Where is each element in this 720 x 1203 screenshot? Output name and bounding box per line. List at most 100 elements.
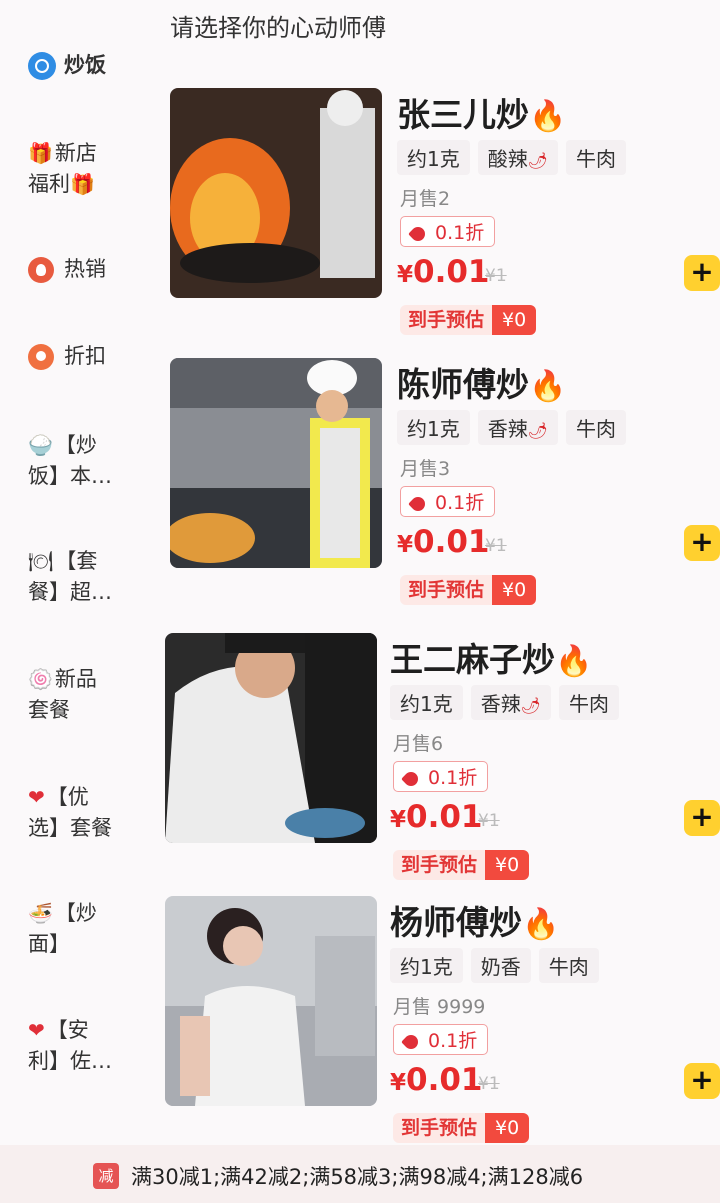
price-tag-icon <box>401 768 421 789</box>
product-price: ¥0.01 <box>390 1062 483 1098</box>
add-to-cart-button[interactable]: + <box>684 525 720 561</box>
sidebar-item-recommend[interactable]: ❤【安 利】佐… <box>28 1015 133 1077</box>
flame-icon: 🔥 <box>555 644 593 679</box>
product-tag: 香辣🌶 <box>477 410 559 445</box>
discount-badge: 0.1折 <box>393 761 489 792</box>
product-tag: 酸辣🌶 <box>477 140 559 175</box>
sidebar-item-set-meal[interactable]: 🍽【套 餐】超… <box>28 546 133 608</box>
product-card[interactable]: 王二麻子炒🔥 约1克 香辣🌶 牛肉 月售6 0.1折 ¥0.01 ¥1 到手预估 ¥0… <box>165 633 720 883</box>
sidebar-item-label: 新店 <box>54 141 97 165</box>
sidebar-item-label: 饭】本… <box>28 464 112 488</box>
new-plate-icon: 🍥 <box>28 667 53 691</box>
product-card[interactable]: 陈师傅炒🔥 约1克 香辣🌶 牛肉 月售3 0.1折 ¥0.01 ¥1 到手预估 ¥0 … <box>165 358 720 608</box>
sidebar-item-new-set[interactable]: 🍥新品 套餐 <box>28 664 133 726</box>
product-photo <box>165 896 377 1106</box>
search-icon <box>28 52 56 80</box>
sidebar-item-label: 餐】超… <box>28 580 112 604</box>
sidebar-item-label: 选】套餐 <box>28 816 112 840</box>
gift-icon: 🎁 <box>28 141 53 165</box>
product-tag: 牛肉 <box>538 948 599 983</box>
product-tag: 奶香 <box>470 948 531 983</box>
chili-icon: 🌶 <box>527 151 549 170</box>
estimated-price-badge: 到手预估 ¥0 <box>400 575 537 605</box>
discount-badge: 0.1折 <box>393 1024 489 1055</box>
hot-icon <box>28 257 54 283</box>
add-to-cart-button[interactable]: + <box>684 800 720 836</box>
product-card[interactable]: 杨师傅炒🔥 约1克 奶香 牛肉 月售 9999 0.1折 ¥0.01 ¥1 到手预估… <box>165 896 720 1146</box>
price-tag-icon <box>408 493 428 514</box>
product-tag: 约1克 <box>397 410 470 445</box>
sidebar-item-label: 折扣 <box>64 344 106 368</box>
sidebar-item-selected-set[interactable]: ❤【优 选】套餐 <box>28 782 133 844</box>
discount-badge: 0.1折 <box>400 216 496 247</box>
product-name: 张三儿炒 <box>397 95 529 134</box>
product-price: ¥0.01 <box>397 524 490 560</box>
plate-icon: 🍽 <box>28 549 54 573</box>
monthly-sales: 月售2 <box>400 188 451 210</box>
gift-icon: 🎁 <box>70 172 95 196</box>
add-to-cart-button[interactable]: + <box>684 1063 720 1099</box>
product-tag: 牛肉 <box>559 685 620 720</box>
flame-icon: 🔥 <box>529 99 567 134</box>
sidebar-item-new-store[interactable]: 🎁新店 福利🎁 <box>28 138 133 200</box>
product-tags: 约1克 奶香 牛肉 <box>390 948 607 983</box>
noodle-bowl-icon: 🍜 <box>28 901 53 925</box>
sidebar-item-label: 套餐 <box>28 698 70 722</box>
flame-icon: 🔥 <box>529 369 567 404</box>
add-to-cart-button[interactable]: + <box>684 255 720 291</box>
product-tag: 约1克 <box>390 685 463 720</box>
sidebar-item-discount[interactable]: 折扣 <box>28 341 133 372</box>
product-photo <box>165 633 377 843</box>
product-photo <box>170 358 382 568</box>
sidebar-item-label: 面】 <box>28 932 70 956</box>
estimated-price-badge: 到手预估 ¥0 <box>393 850 530 880</box>
product-card[interactable]: 张三儿炒🔥 约1克 酸辣🌶 牛肉 月售2 0.1折 ¥0.01 ¥1 到手预估 ¥0 … <box>165 88 720 338</box>
price-tag-icon <box>401 1031 421 1052</box>
category-sidebar: 炒饭 🎁新店 福利🎁 热销 折扣 🍚【炒 饭】本… 🍽【套 餐】超… 🍥新品 套… <box>0 40 140 1140</box>
product-name: 王二麻子炒 <box>390 640 555 679</box>
product-tags: 约1克 酸辣🌶 牛肉 <box>397 140 634 175</box>
product-tags: 约1克 香辣🌶 牛肉 <box>397 410 634 445</box>
sidebar-item-fried-rice-special[interactable]: 🍚【炒 饭】本… <box>28 430 133 492</box>
monthly-sales: 月售 9999 <box>393 996 486 1018</box>
product-price: ¥0.01 <box>390 799 483 835</box>
flame-icon: 🔥 <box>522 907 560 942</box>
product-tag: 约1克 <box>390 948 463 983</box>
product-name: 杨师傅炒 <box>390 903 522 942</box>
heart-icon: ❤ <box>28 1018 45 1042</box>
promo-bar[interactable]: 减 满30减1;满42减2;满58减3;满98减4;满128减6 <box>0 1145 720 1203</box>
original-price: ¥1 <box>478 1074 500 1094</box>
price-tag-icon <box>408 223 428 244</box>
product-price: ¥0.01 <box>397 254 490 290</box>
sidebar-item-label: 【套 <box>55 549 98 573</box>
rice-bowl-icon: 🍚 <box>28 433 53 457</box>
sidebar-item-fried-noodles[interactable]: 🍜【炒 面】 <box>28 898 133 960</box>
discount-icon <box>28 344 54 370</box>
sidebar-item-fried-rice[interactable]: 炒饭 <box>28 50 133 81</box>
product-photo <box>170 88 382 298</box>
sidebar-item-hot[interactable]: 热销 <box>28 254 133 285</box>
product-tag: 约1克 <box>397 140 470 175</box>
original-price: ¥1 <box>485 266 507 286</box>
sidebar-item-label: 【优 <box>46 785 89 809</box>
product-tags: 约1克 香辣🌶 牛肉 <box>390 685 627 720</box>
promo-text: 满30减1;满42减2;满58减3;满98减4;满128减6 <box>131 1165 584 1189</box>
chili-icon: 🌶 <box>527 421 549 440</box>
original-price: ¥1 <box>485 536 507 556</box>
product-tag: 牛肉 <box>566 410 627 445</box>
sidebar-item-label: 【炒 <box>54 433 97 457</box>
sidebar-item-label: 新品 <box>54 667 97 691</box>
sidebar-item-label: 【炒 <box>54 901 97 925</box>
discount-badge-icon: 减 <box>93 1163 119 1189</box>
sidebar-item-label: 利】佐… <box>28 1049 112 1073</box>
product-tag: 香辣🌶 <box>470 685 552 720</box>
discount-badge: 0.1折 <box>400 486 496 517</box>
estimated-price-badge: 到手预估 ¥0 <box>400 305 537 335</box>
original-price: ¥1 <box>478 811 500 831</box>
monthly-sales: 月售6 <box>393 733 444 755</box>
product-tag: 牛肉 <box>566 140 627 175</box>
sidebar-item-label: 热销 <box>64 257 106 281</box>
sidebar-item-label: 炒饭 <box>64 53 106 77</box>
monthly-sales: 月售3 <box>400 458 451 480</box>
sidebar-item-label: 福利 <box>28 172 70 196</box>
